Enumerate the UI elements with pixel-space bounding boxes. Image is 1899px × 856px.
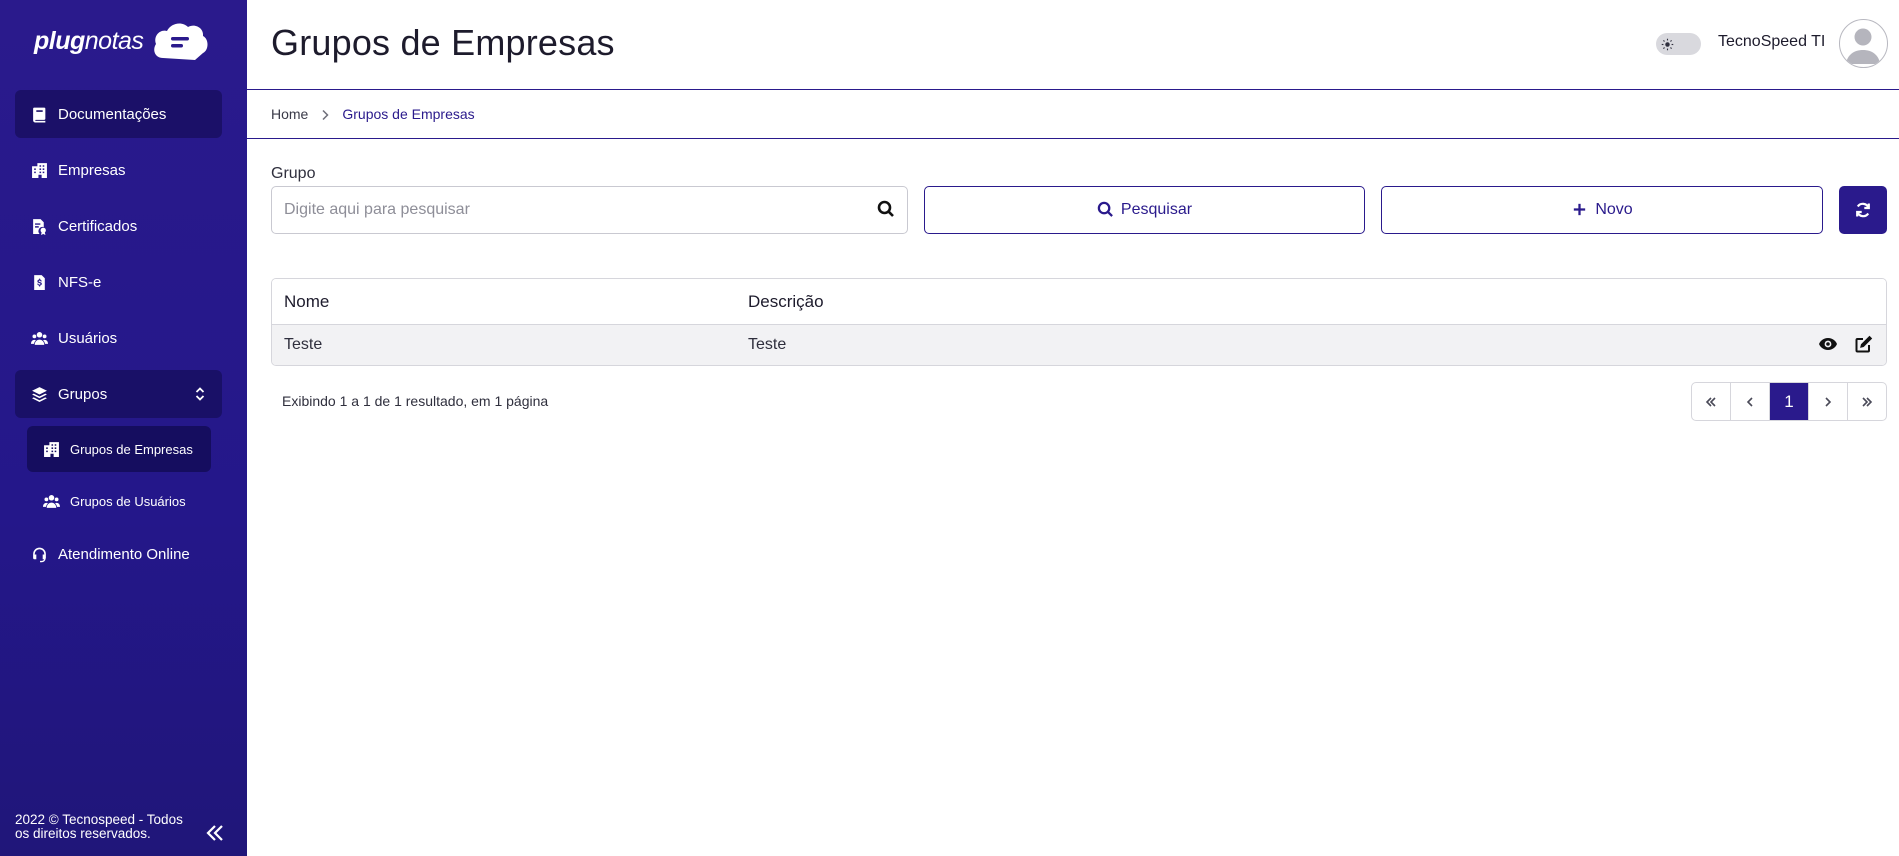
sidebar-item-label: Grupos [58,385,108,403]
pesquisar-button-label: Pesquisar [1120,201,1193,218]
sidebar-item-nfse[interactable]: NFS-e [15,258,222,306]
row-actions [1818,334,1874,354]
chevron-up-down-icon[interactable] [194,386,206,402]
pagination: 1 [1691,382,1887,421]
building-icon [42,440,60,458]
sidebar-item-label: NFS-e [58,273,102,291]
breadcrumb-home-link[interactable]: Home [271,106,308,122]
sidebar-item-label: Atendimento Online [58,545,190,563]
edit-icon[interactable] [1854,334,1874,354]
book-icon [30,105,48,123]
headset-icon [30,545,48,563]
search-icon [1097,201,1115,219]
sidebar-item-label: Documentações [58,105,167,123]
novo-button-label: Novo [1595,201,1633,218]
sidebar-subitem-label: Grupos de Usuários [70,493,186,509]
sidebar-item-atendimento-online[interactable]: Atendimento Online [15,530,222,578]
search-field-wrapper [271,186,908,234]
sidebar-item-usuarios[interactable]: Usuários [15,314,222,362]
sidebar-subitem-grupos-de-empresas[interactable]: Grupos de Empresas [27,426,211,472]
column-header-descricao[interactable]: Descrição [748,292,824,312]
breadcrumb: Home Grupos de Empresas [247,90,1899,139]
breadcrumb-current: Grupos de Empresas [342,106,475,122]
plus-icon [1571,201,1589,219]
page-number-button[interactable]: 1 [1770,383,1809,420]
grupos-submenu: Grupos de Empresas Grupos de Usuários [27,426,222,524]
sidebar-subitem-label: Grupos de Empresas [70,441,193,457]
view-eye-icon[interactable] [1818,334,1838,354]
previous-page-icon[interactable] [1731,383,1770,420]
plugnotas-logo[interactable]: plugnotas [34,18,209,64]
grupos-table: Nome Descrição Teste Teste [271,278,1887,366]
collapse-sidebar-icon[interactable] [204,822,226,844]
sidebar-item-certificados[interactable]: Certificados [15,202,222,250]
sidebar-item-empresas[interactable]: Empresas [15,146,222,194]
building-icon [30,161,48,179]
first-page-icon[interactable] [1692,383,1731,420]
chevron-right-icon [320,108,330,121]
sidebar-subitem-grupos-de-usuarios[interactable]: Grupos de Usuários [27,478,211,524]
novo-button[interactable]: Novo [1381,186,1823,234]
last-page-icon[interactable] [1848,383,1886,420]
user-avatar[interactable] [1839,19,1888,68]
layers-icon [30,385,48,403]
search-icon[interactable] [877,200,897,220]
sidebar-item-documentacoes[interactable]: Documentações [15,90,222,138]
users-icon [30,329,48,347]
column-header-nome[interactable]: Nome [284,292,329,312]
refresh-button[interactable] [1839,186,1887,234]
top-header: Grupos de Empresas TecnoSpeed TI [247,0,1899,90]
grupo-field-label: Grupo [271,165,316,182]
sidebar-item-label: Empresas [58,161,126,179]
next-page-icon[interactable] [1809,383,1848,420]
logo-text-bold: plug [34,26,85,55]
sun-icon [1659,36,1675,52]
cell-descricao: Teste [748,336,787,353]
sidebar-item-label: Certificados [58,217,138,235]
refresh-icon [1854,201,1872,219]
invoice-icon [30,273,48,291]
sidebar-item-label: Usuários [58,329,118,347]
results-summary: Exibindo 1 a 1 de 1 resultado, em 1 pági… [282,393,549,409]
user-name[interactable]: TecnoSpeed TI [1718,33,1825,51]
certificate-icon [30,217,48,235]
logo-text-light: notas [84,26,144,55]
sidebar-footer-copyright: 2022 © Tecnospeed - Todos os direitos re… [15,812,183,841]
page-title: Grupos de Empresas [271,22,615,63]
cloud-logo-icon [151,20,209,62]
search-input[interactable] [284,201,877,219]
pesquisar-button[interactable]: Pesquisar [924,186,1365,234]
theme-toggle[interactable] [1656,33,1701,55]
table-header: Nome Descrição [272,279,1886,325]
table-row[interactable]: Teste Teste [272,325,1886,365]
cell-nome: Teste [284,336,323,353]
sidebar-item-grupos[interactable]: Grupos [15,370,222,418]
users-icon [42,492,60,510]
sidebar: plugnotas Documentações Empresas Certifi… [0,0,247,856]
sidebar-nav: Documentações Empresas Certificados NFS-… [15,90,222,586]
